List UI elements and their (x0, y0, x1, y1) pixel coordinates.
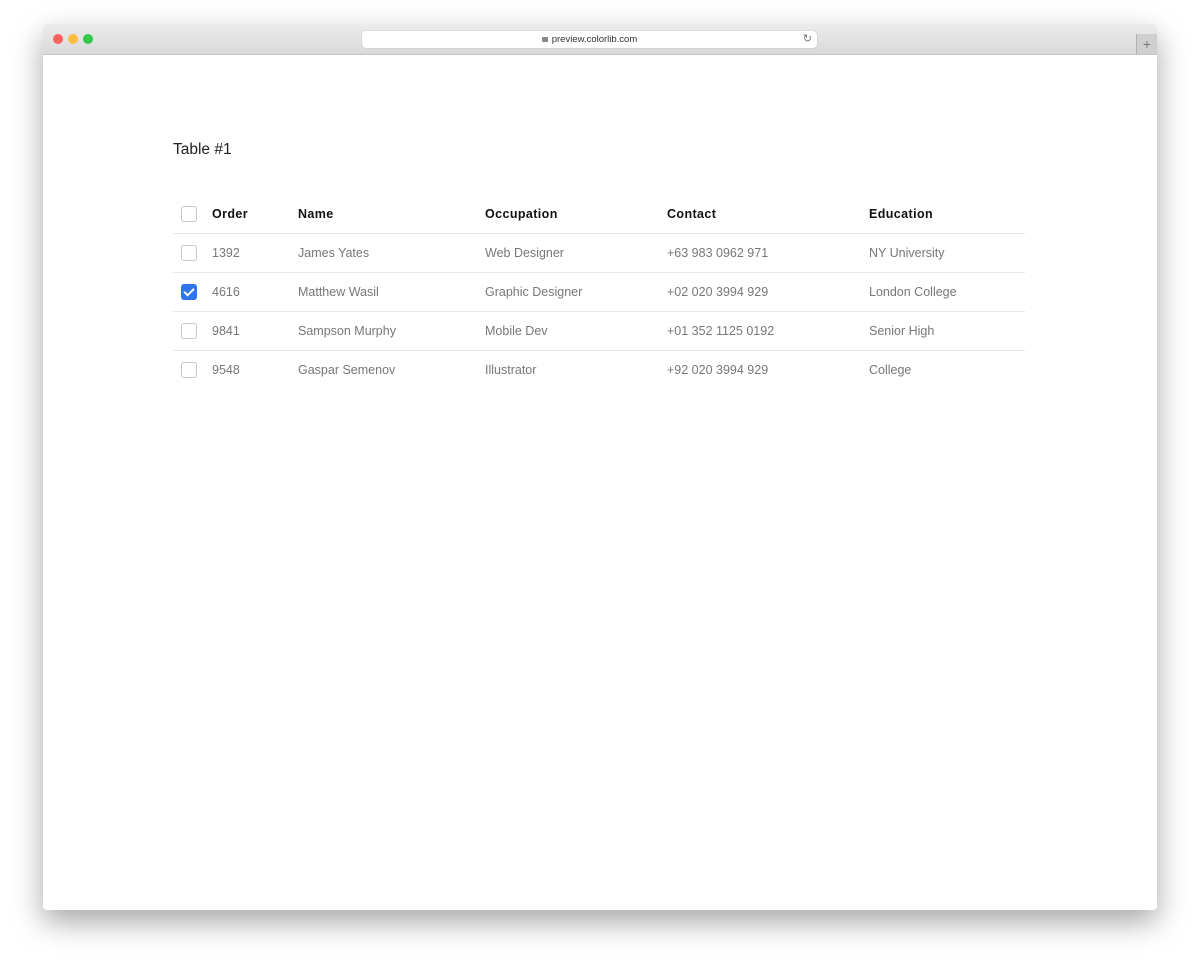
row-checkbox[interactable] (181, 284, 197, 300)
cell-education: NY University (869, 233, 1025, 273)
cell-name: Matthew Wasil (298, 272, 485, 312)
cell-order: 4616 (212, 272, 298, 312)
new-tab-button[interactable]: + (1136, 34, 1157, 54)
browser-toolbar: preview.colorlib.com ↻ + (43, 24, 1157, 55)
address-bar[interactable]: preview.colorlib.com ↻ (362, 31, 817, 48)
cell-education: College (869, 363, 912, 377)
header-education[interactable]: Education (869, 195, 1025, 234)
table-row[interactable]: 9841 Sampson Murphy Mobile Dev +01 352 1125… (173, 311, 1025, 351)
row-checkbox[interactable] (181, 362, 197, 378)
cell-occupation: Illustrator (485, 363, 537, 377)
lock-icon (541, 37, 548, 42)
cell-education: Senior High (869, 311, 1025, 351)
cell-order: 9841 (212, 311, 298, 351)
minimize-window-button[interactable] (68, 34, 78, 44)
cell-name: Gaspar Semenov (298, 363, 396, 377)
cell-occupation: Graphic Designer (485, 272, 667, 312)
reload-icon[interactable]: ↻ (803, 31, 812, 48)
select-all-checkbox[interactable] (181, 206, 197, 222)
cell-name: Sampson Murphy (298, 311, 485, 351)
url-text: preview.colorlib.com (551, 34, 638, 45)
table-row[interactable]: 4616 Matthew Wasil Graphic Designer +02 020… (173, 272, 1025, 312)
header-order[interactable]: Order (212, 195, 298, 234)
cell-contact: +01 352 1125 0192 (667, 311, 869, 351)
header-contact[interactable]: Contact (667, 195, 869, 234)
data-table: Order Name Occupation Contact Education … (173, 195, 1025, 389)
row-checkbox[interactable] (181, 323, 197, 339)
page-title: Table #1 (173, 141, 232, 158)
cell-education: London College (869, 272, 1025, 312)
browser-window: preview.colorlib.com ↻ + Table #1 Order … (43, 24, 1157, 910)
cell-name: James Yates (298, 233, 485, 273)
cell-order: 1392 (212, 233, 298, 273)
row-checkbox[interactable] (181, 245, 197, 261)
table-row[interactable]: 1392 James Yates Web Designer +63 983 0962 … (173, 233, 1025, 273)
header-name[interactable]: Name (298, 195, 485, 234)
table-row[interactable]: 9548 Gaspar Semenov Illustrator +92 020 399… (173, 351, 1025, 390)
cell-contact: +02 020 3994 929 (667, 272, 869, 312)
cell-contact: +92 020 3994 929 (667, 363, 769, 377)
header-occupation[interactable]: Occupation (485, 195, 667, 234)
cell-occupation: Web Designer (485, 233, 667, 273)
cell-contact: +63 983 0962 971 (667, 233, 869, 273)
close-window-button[interactable] (53, 34, 63, 44)
cell-order: 9548 (212, 363, 240, 377)
cell-occupation: Mobile Dev (485, 311, 667, 351)
table-header-row: Order Name Occupation Contact Education (173, 195, 1025, 234)
maximize-window-button[interactable] (83, 34, 93, 44)
